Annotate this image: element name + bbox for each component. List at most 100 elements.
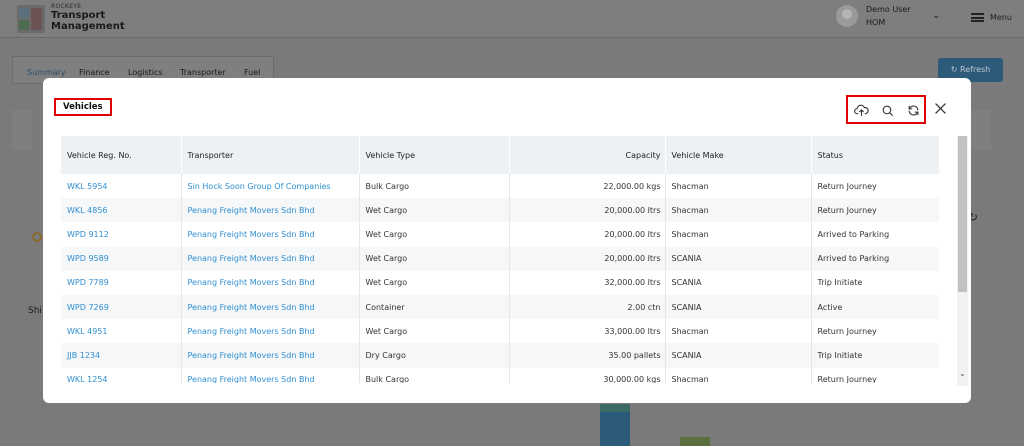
cell-type: Wet Cargo: [359, 319, 510, 344]
cloud-upload-icon[interactable]: [853, 102, 869, 118]
cell-capacity: 20,000.00 ltrs: [509, 246, 666, 271]
user-name: Demo User: [866, 5, 911, 14]
cell-status: Return Journey: [811, 319, 939, 344]
tab-fuel[interactable]: Fuel: [244, 68, 260, 77]
top-bar: ROCKEYE Transport Management Demo User H…: [0, 0, 1024, 38]
vehicles-table: Vehicle Reg. No. Transporter Vehicle Typ…: [61, 136, 939, 383]
cell-make: Shacman: [665, 367, 812, 383]
tab-summary[interactable]: Summary: [27, 68, 66, 77]
cell-transporter[interactable]: Penang Freight Movers Sdn Bhd: [181, 246, 360, 271]
cell-status: Active: [811, 294, 939, 320]
cell-transporter[interactable]: Penang Freight Movers Sdn Bhd: [181, 198, 360, 223]
bg-section-label: Shi: [28, 306, 42, 316]
cell-make: Shacman: [665, 222, 812, 247]
cell-transporter[interactable]: Penang Freight Movers Sdn Bhd: [181, 343, 360, 368]
cell-reg[interactable]: WPD 9112: [61, 222, 182, 247]
table-row[interactable]: WPD 9112 Penang Freight Movers Sdn Bhd W…: [61, 222, 939, 247]
cell-capacity: 20,000.00 ltrs: [509, 222, 666, 247]
column-header-reg[interactable]: Vehicle Reg. No.: [61, 136, 182, 174]
bg-chart-bar: [600, 404, 630, 446]
scrollbar-thumb[interactable]: [958, 136, 967, 292]
cell-reg[interactable]: WPD 7789: [61, 270, 182, 295]
table-header-row: Vehicle Reg. No. Transporter Vehicle Typ…: [61, 136, 939, 174]
cell-status: Arrived to Parking: [811, 246, 939, 271]
menu-label[interactable]: Menu: [990, 13, 1012, 22]
cell-capacity: 35.00 pallets: [509, 343, 666, 368]
cell-capacity: 33,000.00 ltrs: [509, 319, 666, 344]
chevron-down-icon[interactable]: ⌄: [932, 10, 940, 21]
column-header-make[interactable]: Vehicle Make: [665, 136, 812, 174]
cell-transporter[interactable]: Penang Freight Movers Sdn Bhd: [181, 270, 360, 295]
cell-transporter[interactable]: Penang Freight Movers Sdn Bhd: [181, 367, 360, 383]
table-row[interactable]: WKL 4951 Penang Freight Movers Sdn Bhd W…: [61, 319, 939, 344]
cell-reg[interactable]: JJB 1234: [61, 343, 182, 368]
cell-status: Return Journey: [811, 198, 939, 223]
column-header-transporter[interactable]: Transporter: [181, 136, 360, 174]
cell-make: SCANIA: [665, 343, 812, 368]
cell-reg[interactable]: WKL 5954: [61, 174, 182, 199]
table-row[interactable]: JJB 1234 Penang Freight Movers Sdn Bhd D…: [61, 343, 939, 368]
refresh-icon[interactable]: [905, 102, 921, 118]
table-row[interactable]: WKL 4856 Penang Freight Movers Sdn Bhd W…: [61, 198, 939, 223]
cell-reg[interactable]: WPD 7269: [61, 294, 182, 320]
scroll-down-icon[interactable]: ⌄: [958, 368, 967, 380]
brand-small: ROCKEYE: [51, 3, 82, 10]
column-header-status[interactable]: Status: [811, 136, 939, 174]
search-icon[interactable]: [879, 102, 895, 118]
close-button[interactable]: [931, 99, 949, 117]
cell-status: Return Journey: [811, 174, 939, 199]
brand-line1: Transport: [51, 10, 106, 21]
cell-type: Container: [359, 294, 510, 320]
cell-transporter[interactable]: Sin Hock Soon Group Of Companies: [181, 174, 360, 199]
cell-status: Trip Initiate: [811, 270, 939, 295]
brand-line2: Management: [51, 21, 125, 32]
cell-capacity: 20,000.00 ltrs: [509, 198, 666, 223]
bg-chart-icon: [32, 232, 42, 242]
avatar[interactable]: [836, 5, 858, 27]
cell-type: Bulk Cargo: [359, 367, 510, 383]
cell-transporter[interactable]: Penang Freight Movers Sdn Bhd: [181, 222, 360, 247]
cell-reg[interactable]: WKL 1254: [61, 367, 182, 383]
table-row[interactable]: WPD 7789 Penang Freight Movers Sdn Bhd W…: [61, 270, 939, 295]
cell-make: Shacman: [665, 174, 812, 199]
close-icon: [934, 102, 946, 114]
cell-reg[interactable]: WKL 4856: [61, 198, 182, 223]
app-logo: [17, 5, 45, 33]
vehicles-table-container[interactable]: Vehicle Reg. No. Transporter Vehicle Typ…: [61, 136, 939, 383]
cell-capacity: 32,000.00 ltrs: [509, 270, 666, 295]
bg-panel-right: [971, 110, 991, 150]
refresh-label: Refresh: [960, 65, 991, 74]
table-row[interactable]: WPD 7269 Penang Freight Movers Sdn Bhd C…: [61, 294, 939, 320]
table-row[interactable]: WKL 1254 Penang Freight Movers Sdn Bhd B…: [61, 367, 939, 383]
modal-title: Vehicles: [54, 98, 112, 116]
bg-panel-left: [12, 110, 32, 150]
tab-finance[interactable]: Finance: [79, 68, 110, 77]
user-role: HOM: [866, 18, 886, 27]
cell-status: Arrived to Parking: [811, 222, 939, 247]
cell-make: SCANIA: [665, 246, 812, 271]
cell-reg[interactable]: WPD 9589: [61, 246, 182, 271]
cell-transporter[interactable]: Penang Freight Movers Sdn Bhd: [181, 294, 360, 320]
cell-make: SCANIA: [665, 294, 812, 320]
table-row[interactable]: WPD 9589 Penang Freight Movers Sdn Bhd W…: [61, 246, 939, 271]
column-header-capacity[interactable]: Capacity: [509, 136, 666, 174]
cell-transporter[interactable]: Penang Freight Movers Sdn Bhd: [181, 319, 360, 344]
tab-logistics[interactable]: Logistics: [128, 68, 163, 77]
table-row[interactable]: WKL 5954 Sin Hock Soon Group Of Companie…: [61, 174, 939, 199]
cell-status: Return Journey: [811, 367, 939, 383]
cell-type: Wet Cargo: [359, 270, 510, 295]
cell-type: Bulk Cargo: [359, 174, 510, 199]
cell-make: Shacman: [665, 319, 812, 344]
vehicles-modal: Vehicles Vehicle Reg. No. Transporter Ve…: [43, 78, 971, 403]
modal-actions: [846, 95, 926, 124]
cell-status: Trip Initiate: [811, 343, 939, 368]
cell-capacity: 30,000.00 kgs: [509, 367, 666, 383]
tab-transporter[interactable]: Transporter: [180, 68, 226, 77]
bg-chart-bar: [680, 437, 710, 446]
cell-reg[interactable]: WKL 4951: [61, 319, 182, 344]
cell-type: Dry Cargo: [359, 343, 510, 368]
column-header-type[interactable]: Vehicle Type: [359, 136, 510, 174]
cell-type: Wet Cargo: [359, 246, 510, 271]
hamburger-menu-icon[interactable]: [971, 13, 984, 22]
cell-make: Shacman: [665, 198, 812, 223]
